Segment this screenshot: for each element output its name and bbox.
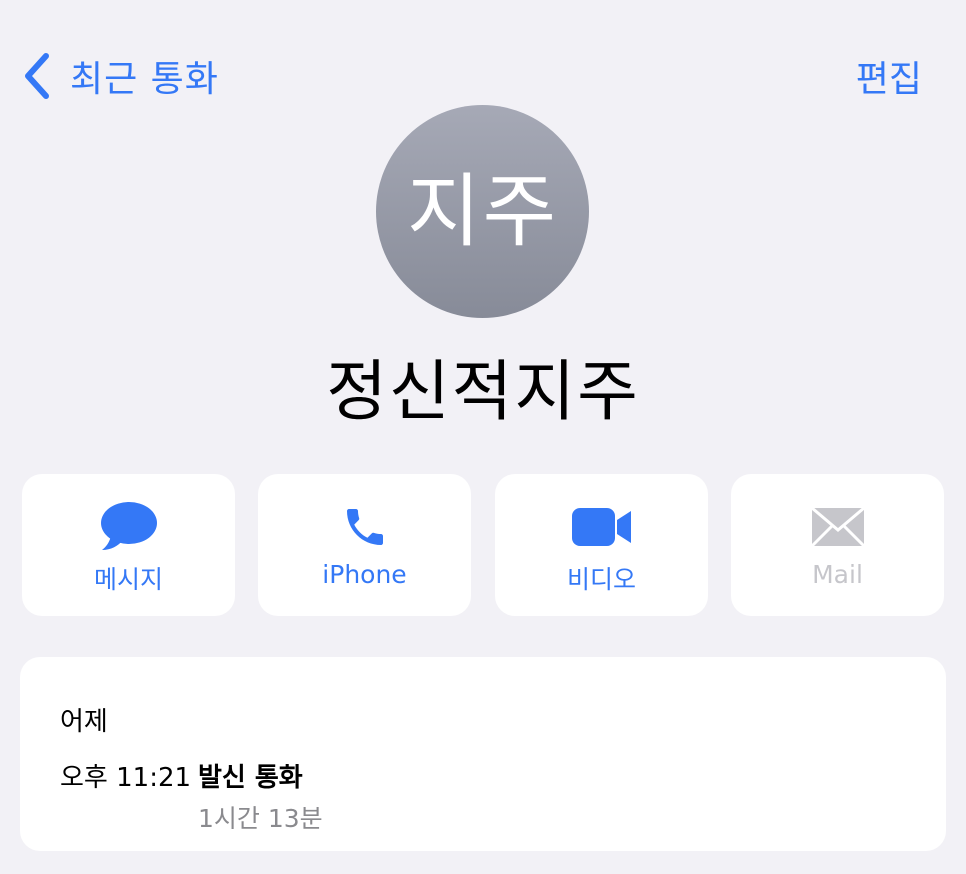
video-button[interactable]: 비디오 xyxy=(495,474,708,616)
quick-actions: 메시지 iPhone 비디오 Mail xyxy=(22,474,944,616)
call-button-label: iPhone xyxy=(322,560,407,589)
call-time: 오후 11:21 xyxy=(60,763,192,793)
phone-icon xyxy=(346,509,383,545)
message-bubble-icon xyxy=(100,502,157,550)
video-button-label: 비디오 xyxy=(566,565,636,594)
back-button[interactable]: 최근 통화 xyxy=(20,48,219,104)
call-button[interactable]: iPhone xyxy=(258,474,471,616)
avatar-initials: 지주 xyxy=(406,164,559,258)
call-type: 발신 통화 xyxy=(198,763,303,793)
call-history-card: 어제 오후 11:21 발신 통화 1시간 13분 xyxy=(20,657,946,851)
call-duration: 1시간 13분 xyxy=(198,804,323,833)
edit-button[interactable]: 편집 xyxy=(856,50,922,102)
back-button-label: 최근 통화 xyxy=(70,59,219,100)
message-button[interactable]: 메시지 xyxy=(22,474,235,616)
mail-button-label: Mail xyxy=(812,560,863,589)
contact-name: 정신적지주 xyxy=(326,353,640,430)
avatar: 지주 xyxy=(376,105,589,318)
message-button-label: 메시지 xyxy=(93,565,163,594)
video-camera-icon xyxy=(571,508,631,546)
mail-button[interactable]: Mail xyxy=(731,474,944,616)
envelope-icon xyxy=(810,506,865,548)
call-history-date: 어제 xyxy=(60,707,108,737)
chevron-left-icon xyxy=(25,53,49,99)
